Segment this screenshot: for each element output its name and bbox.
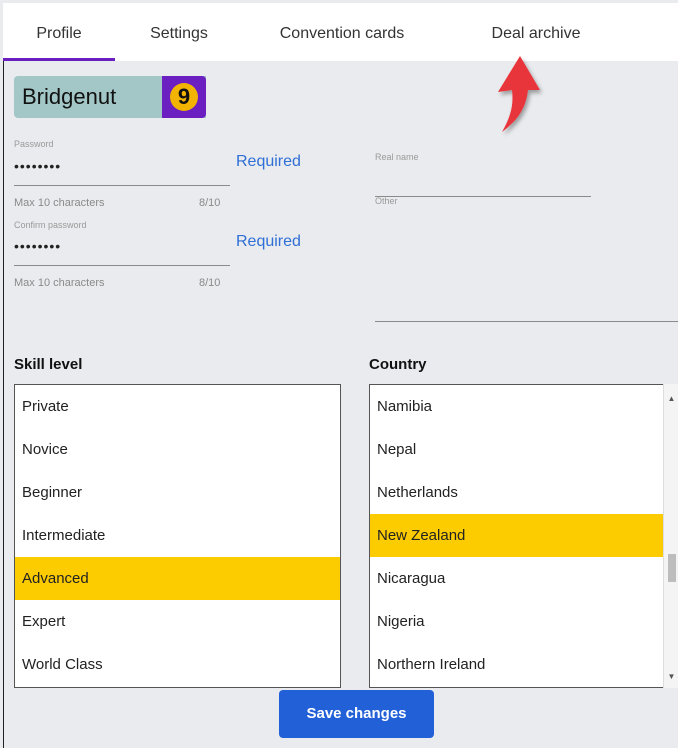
skill-item-world-class[interactable]: World Class (15, 643, 340, 686)
country-item-nepal[interactable]: Nepal (370, 428, 663, 471)
confirm-password-field[interactable]: •••••••• (14, 238, 61, 254)
password-label: Password (14, 139, 54, 149)
skill-level-heading: Skill level (14, 356, 83, 373)
level-value: 9 (170, 83, 198, 111)
tab-settings[interactable]: Settings (125, 3, 233, 61)
tab-convention-cards[interactable]: Convention cards (253, 3, 431, 61)
country-heading: Country (369, 356, 427, 373)
annotation-arrow-icon (498, 56, 540, 132)
level-badge: 9 (162, 76, 206, 118)
password-count: 8/10 (199, 197, 221, 209)
country-item-namibia[interactable]: Namibia (370, 385, 663, 428)
real-name-input[interactable] (375, 160, 591, 196)
other-label: Other (375, 196, 398, 206)
country-item-northern-ireland[interactable]: Northern Ireland (370, 643, 663, 686)
skill-item-beginner[interactable]: Beginner (15, 471, 340, 514)
scroll-down-icon[interactable]: ▼ (666, 672, 677, 682)
skill-level-list[interactable]: Private Novice Beginner Intermediate Adv… (14, 384, 341, 688)
password-underline (14, 185, 230, 186)
country-list[interactable]: Namibia Nepal Netherlands New Zealand Ni… (369, 384, 663, 688)
scroll-thumb[interactable] (668, 554, 676, 582)
skill-item-advanced[interactable]: Advanced (15, 557, 340, 600)
country-item-nigeria[interactable]: Nigeria (370, 600, 663, 643)
confirm-password-underline (14, 265, 230, 266)
real-name-underline (375, 196, 591, 197)
skill-item-intermediate[interactable]: Intermediate (15, 514, 340, 557)
password-field[interactable]: •••••••• (14, 158, 61, 174)
tab-bar: Profile Settings Convention cards Deal a… (3, 3, 678, 61)
confirm-password-label: Confirm password (14, 220, 87, 230)
country-item-netherlands[interactable]: Netherlands (370, 471, 663, 514)
skill-item-novice[interactable]: Novice (15, 428, 340, 471)
skill-item-expert[interactable]: Expert (15, 600, 340, 643)
scroll-up-icon[interactable]: ▲ (666, 394, 677, 404)
country-scrollbar[interactable]: ▲ ▼ (663, 384, 678, 688)
password-required: Required (236, 153, 301, 170)
tab-profile[interactable]: Profile (3, 3, 115, 61)
password-hint: Max 10 characters (14, 197, 105, 209)
username: Bridgenut (22, 84, 117, 109)
other-underline (375, 321, 678, 322)
confirm-password-required: Required (236, 233, 301, 250)
other-textarea[interactable] (375, 208, 678, 320)
country-item-new-zealand[interactable]: New Zealand (370, 514, 663, 557)
skill-item-private[interactable]: Private (15, 385, 340, 428)
confirm-password-count: 8/10 (199, 277, 221, 289)
save-changes-button[interactable]: Save changes (279, 690, 434, 738)
country-item-nicaragua[interactable]: Nicaragua (370, 557, 663, 600)
confirm-password-hint: Max 10 characters (14, 277, 105, 289)
